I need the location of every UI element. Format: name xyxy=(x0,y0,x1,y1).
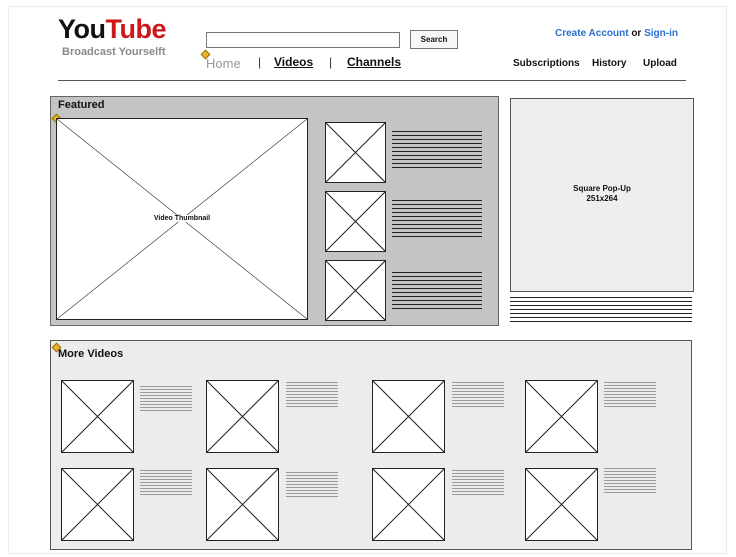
logo-tagline: Broadcast Yourselft xyxy=(62,46,166,58)
video-thumbnail[interactable] xyxy=(525,468,598,541)
nav-home[interactable]: Home xyxy=(206,56,241,71)
more-videos-title: More Videos xyxy=(58,348,124,360)
video-text-lines xyxy=(452,382,504,409)
placeholder-x-icon xyxy=(526,381,597,452)
featured-side-text-lines xyxy=(392,272,482,312)
video-thumbnail[interactable] xyxy=(206,380,279,453)
popup-label-line2: 251x264 xyxy=(586,194,618,203)
video-text-lines xyxy=(604,382,656,409)
featured-title: Featured xyxy=(58,99,105,111)
placeholder-x-icon xyxy=(326,123,385,182)
video-text-lines xyxy=(140,386,192,413)
placeholder-x-icon xyxy=(207,469,278,540)
placeholder-x-icon xyxy=(326,261,385,320)
history-link[interactable]: History xyxy=(592,58,626,69)
sign-in-link[interactable]: Sign-in xyxy=(644,28,678,39)
placeholder-x-icon xyxy=(326,192,385,251)
youtube-logo[interactable]: YouTube xyxy=(58,14,166,44)
video-text-lines xyxy=(604,468,656,495)
video-thumbnail[interactable] xyxy=(206,468,279,541)
featured-side-thumbnail[interactable] xyxy=(325,191,386,252)
video-thumbnail[interactable] xyxy=(525,380,598,453)
nav-videos[interactable]: Videos xyxy=(274,55,313,69)
popup-label: Square Pop-Up 251x264 xyxy=(510,184,694,204)
popup-text-lines xyxy=(510,297,692,325)
header-divider xyxy=(58,80,686,81)
video-text-lines xyxy=(286,382,338,409)
auth-or-text: or xyxy=(631,28,642,39)
search-button[interactable]: Search xyxy=(410,30,458,49)
video-thumbnail[interactable] xyxy=(372,380,445,453)
nav-separator: | xyxy=(329,55,333,69)
featured-side-thumbnail[interactable] xyxy=(325,260,386,321)
subscriptions-link[interactable]: Subscriptions xyxy=(513,58,580,69)
placeholder-x-icon xyxy=(373,469,444,540)
popup-label-line1: Square Pop-Up xyxy=(573,184,631,193)
video-text-lines xyxy=(452,470,504,497)
video-thumbnail[interactable] xyxy=(61,380,134,453)
featured-side-text-lines xyxy=(392,131,482,171)
search-input[interactable] xyxy=(206,32,400,48)
placeholder-x-icon xyxy=(207,381,278,452)
placeholder-x-icon xyxy=(62,469,133,540)
nav-channels[interactable]: Channels xyxy=(347,55,401,69)
video-thumbnail[interactable] xyxy=(372,468,445,541)
featured-thumbnail-label: Video Thumbnail xyxy=(151,215,213,222)
featured-side-thumbnail[interactable] xyxy=(325,122,386,183)
featured-side-text-lines xyxy=(392,200,482,240)
placeholder-x-icon xyxy=(526,469,597,540)
create-account-link[interactable]: Create Account xyxy=(555,28,629,39)
video-text-lines xyxy=(286,472,338,499)
video-text-lines xyxy=(140,470,192,497)
placeholder-x-icon xyxy=(62,381,133,452)
video-thumbnail[interactable] xyxy=(61,468,134,541)
upload-link[interactable]: Upload xyxy=(643,58,677,69)
placeholder-x-icon xyxy=(373,381,444,452)
logo-tube: Tube xyxy=(105,14,167,44)
nav-separator: | xyxy=(258,55,262,69)
logo-you: You xyxy=(58,14,106,44)
